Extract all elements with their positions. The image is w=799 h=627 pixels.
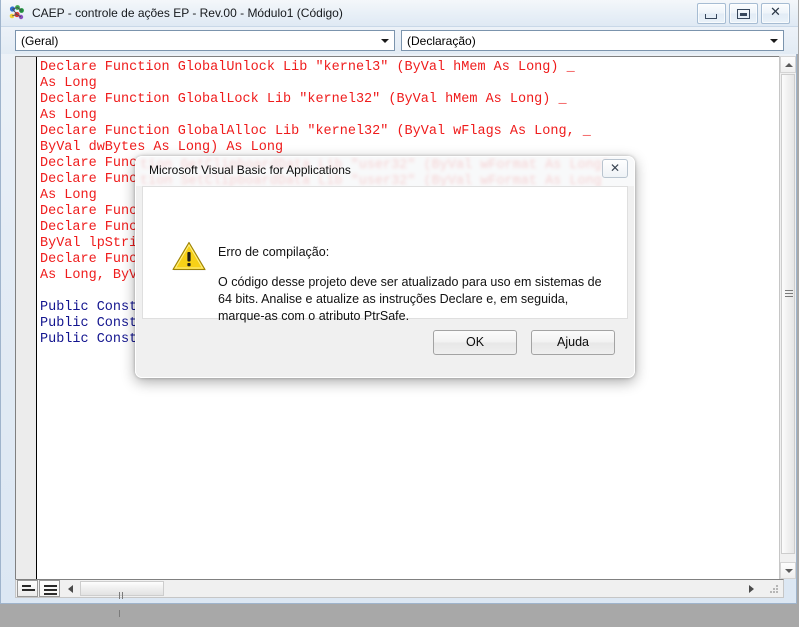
scroll-left-button[interactable] [64,581,78,596]
chevron-down-icon[interactable] [377,31,394,50]
close-button[interactable]: ✕ [761,2,790,24]
ok-button[interactable]: OK [433,330,517,355]
code-line: Declare Function GlobalLock Lib "kernel3… [40,92,567,107]
dialog-title-bar[interactable]: tion GetClipboardData Lib "user32" (ByVa… [135,156,635,186]
scroll-down-button[interactable] [780,562,796,579]
close-icon: ✕ [770,4,781,20]
minimize-icon [705,13,717,19]
dialog-heading: Erro de compilação: [218,245,330,259]
code-line: Declare Function GlobalAlloc Lib "kernel… [40,124,591,139]
minimize-button[interactable] [697,2,726,24]
scroll-right-button[interactable] [745,581,759,596]
code-line: ByVal dwBytes As Long) As Long [40,140,284,155]
code-line: As Long [40,76,97,91]
full-module-view-icon [44,585,57,597]
code-line: As Long [40,108,97,123]
chevron-down-icon[interactable] [766,31,783,50]
dialog-close-button[interactable]: ✕ [602,159,628,178]
code-pane-toolbar: (Geral) (Declaração) [1,27,798,54]
restore-button[interactable] [729,2,758,24]
restore-icon [737,8,750,19]
vertical-scroll-thumb[interactable] [781,74,795,554]
dialog-title: Microsoft Visual Basic for Applications [149,163,351,177]
procedure-combo[interactable]: (Declaração) [401,30,784,51]
horizontal-scroll-thumb[interactable] [80,581,164,617]
scroll-thumb-grip-icon [119,586,127,617]
compile-error-dialog: tion GetClipboardData Lib "user32" (ByVa… [135,156,635,378]
scroll-thumb-grip-icon [785,290,793,297]
scroll-up-button[interactable] [780,56,796,73]
dialog-body: Erro de compilação: O código desse proje… [135,186,635,378]
procedure-view-icon [22,585,35,593]
dialog-content-area: Erro de compilação: O código desse proje… [142,186,628,323]
dialog-message: O código desse projeto deve ser atualiza… [218,275,602,323]
warning-icon [172,241,206,271]
procedure-combo-value: (Declaração) [407,33,476,48]
editor-bottom-bar [15,579,784,617]
procedure-view-button[interactable] [17,580,38,597]
dialog-button-bar: OK Ajuda [142,319,628,371]
code-line: Declare Function GlobalUnlock Lib "kerne… [40,60,575,75]
scroll-up-icon [785,63,793,67]
window-title-bar[interactable]: CAEP - controle de ações EP - Rev.00 - M… [1,0,798,27]
resize-grip-icon[interactable] [768,583,781,596]
ajuda-button[interactable]: Ajuda [531,330,615,355]
window-title: CAEP - controle de ações EP - Rev.00 - M… [32,6,343,20]
vba-module-icon [8,4,26,22]
scroll-down-icon [785,569,793,573]
object-combo[interactable]: (Geral) [15,30,395,51]
vertical-scrollbar[interactable] [779,56,796,579]
object-combo-value: (Geral) [21,33,59,48]
editor-margin-indicator-bar [16,57,37,579]
full-module-view-button[interactable] [39,580,60,597]
